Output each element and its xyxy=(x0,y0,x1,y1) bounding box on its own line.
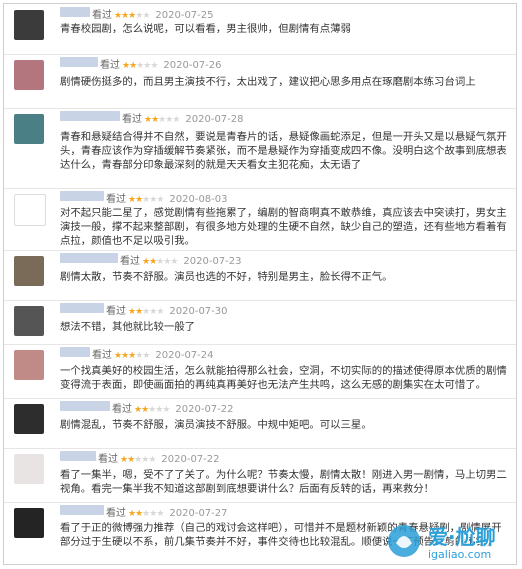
watched-label: 看过 xyxy=(112,404,132,415)
review-meta: 看过 ★★★★★ 2020-07-30 xyxy=(106,302,228,317)
review-date: 2020-07-30 xyxy=(169,306,228,317)
watermark-logo-icon xyxy=(388,525,420,557)
avatar[interactable] xyxy=(14,404,44,434)
watched-label: 看过 xyxy=(92,10,112,21)
review-meta: 看过 ★★★★★ 2020-07-25 xyxy=(92,6,214,21)
review-date: 2020-07-22 xyxy=(161,454,220,465)
star-empty-icon: ★ xyxy=(142,351,150,361)
review-date: 2020-08-03 xyxy=(169,194,228,205)
star-empty-icon: ★ xyxy=(150,61,158,71)
rating-stars: ★★★★★ xyxy=(128,195,164,205)
star-empty-icon: ★ xyxy=(162,405,170,415)
star-empty-icon: ★ xyxy=(156,307,164,317)
review-date: 2020-07-23 xyxy=(183,256,242,267)
review-item: 看过 ★★★★★ 2020-07-25 青春校园剧，怎么说呢，可以看看，男主很帅，但剧… xyxy=(4,4,516,55)
avatar[interactable] xyxy=(14,350,44,380)
username-redacted[interactable] xyxy=(60,7,90,17)
rating-stars: ★★★★★ xyxy=(114,11,150,21)
review-text: 青春校园剧，怎么说呢，可以看看，男主很帅，但剧情有点薄弱 xyxy=(60,23,351,35)
username-redacted[interactable] xyxy=(60,401,110,411)
review-item: 看过 ★★★★★ 2020-07-28 青春和悬疑结合得并不自然，要说是青春片的话，悬… xyxy=(4,108,516,189)
username-redacted[interactable] xyxy=(60,451,96,461)
username-redacted[interactable] xyxy=(60,505,104,515)
rating-stars: ★★★★★ xyxy=(128,509,164,519)
star-empty-icon: ★ xyxy=(172,115,180,125)
review-item: 看过 ★★★★★ 2020-07-24 一个找真美好的校园生活，怎么就能拍得那么社会，… xyxy=(4,344,516,399)
username-redacted[interactable] xyxy=(60,111,120,121)
avatar[interactable] xyxy=(14,306,44,336)
review-date: 2020-07-27 xyxy=(169,508,228,519)
username-redacted[interactable] xyxy=(60,347,90,357)
star-empty-icon: ★ xyxy=(142,11,150,21)
review-text: 一个找真美好的校园生活，怎么就能拍得那么社会，空洞，不切实际的的描述使得原本优质… xyxy=(60,365,507,391)
review-text: 剧情太散，节奏不舒服。演员也选的不好，特别是男主，脸长得不正气。 xyxy=(60,271,393,283)
review-item: 看过 ★★★★★ 2020-07-22 看了一集半，嗯，受不了了关了。为什么呢？节奏太… xyxy=(4,448,516,503)
review-meta: 看过 ★★★★★ 2020-07-22 xyxy=(112,400,234,415)
rating-stars: ★★★★★ xyxy=(144,115,180,125)
username-redacted[interactable] xyxy=(60,191,104,201)
review-meta: 看过 ★★★★★ 2020-07-23 xyxy=(120,252,242,267)
review-meta: 看过 ★★★★★ 2020-07-28 xyxy=(122,110,244,125)
review-date: 2020-07-25 xyxy=(155,10,214,21)
review-meta: 看过 ★★★★★ 2020-07-26 xyxy=(100,56,222,71)
review-text: 青春和悬疑结合得并不自然，要说是青春片的话，悬疑像画蛇添足，但是一开头又是以悬疑… xyxy=(60,131,507,171)
watched-label: 看过 xyxy=(106,306,126,317)
review-text: 想法不错，其他就比较一般了 xyxy=(60,321,196,333)
review-meta: 看过 ★★★★★ 2020-07-27 xyxy=(106,504,228,519)
rating-stars: ★★★★★ xyxy=(142,257,178,267)
rating-stars: ★★★★★ xyxy=(122,61,158,71)
review-meta: 看过 ★★★★★ 2020-08-03 xyxy=(106,190,228,205)
review-item: 看过 ★★★★★ 2020-07-26 剧情硬伤挺多的，而且男主演技不行，太出戏了，建… xyxy=(4,54,516,109)
rating-stars: ★★★★★ xyxy=(128,307,164,317)
review-date: 2020-07-28 xyxy=(185,114,244,125)
star-empty-icon: ★ xyxy=(170,257,178,267)
watched-label: 看过 xyxy=(106,508,126,519)
review-meta: 看过 ★★★★★ 2020-07-24 xyxy=(92,346,214,361)
star-empty-icon: ★ xyxy=(156,195,164,205)
watched-label: 看过 xyxy=(92,350,112,361)
review-item: 看过 ★★★★★ 2020-07-22 剧情混乱，节奏不舒服，演员演技不舒服。中规中矩… xyxy=(4,398,516,449)
review-item: 看过 ★★★★★ 2020-08-03 对不起只能二星了，感觉剧情有些拖累了，编剧的智… xyxy=(4,188,516,251)
avatar[interactable] xyxy=(14,194,46,226)
avatar[interactable] xyxy=(14,60,44,90)
rating-stars: ★★★★★ xyxy=(120,455,156,465)
watched-label: 看过 xyxy=(120,256,140,267)
review-text: 看了一集半，嗯，受不了了关了。为什么呢？节奏太慢，剧情太散！刚进入男一剧情，马上… xyxy=(60,469,507,495)
username-redacted[interactable] xyxy=(60,57,98,67)
watched-label: 看过 xyxy=(122,114,142,125)
review-text: 剧情混乱，节奏不舒服，演员演技不舒服。中规中矩吧。可以三星。 xyxy=(60,419,372,431)
avatar[interactable] xyxy=(14,10,44,40)
review-list: 看过 ★★★★★ 2020-07-25 青春校园剧，怎么说呢，可以看看，男主很帅，但剧… xyxy=(3,3,517,565)
watched-label: 看过 xyxy=(100,60,120,71)
watermark-url: igaliao.com xyxy=(428,548,492,561)
rating-stars: ★★★★★ xyxy=(114,351,150,361)
avatar[interactable] xyxy=(14,508,44,538)
review-date: 2020-07-22 xyxy=(175,404,234,415)
star-empty-icon: ★ xyxy=(148,455,156,465)
username-redacted[interactable] xyxy=(60,303,104,313)
watched-label: 看过 xyxy=(98,454,118,465)
star-empty-icon: ★ xyxy=(156,509,164,519)
username-redacted[interactable] xyxy=(60,253,118,263)
avatar[interactable] xyxy=(14,114,44,144)
avatar[interactable] xyxy=(14,454,44,484)
review-item: 看过 ★★★★★ 2020-07-23 剧情太散，节奏不舒服。演员也选的不好，特别是男… xyxy=(4,250,516,301)
watermark: 爱·尬聊 igaliao.com xyxy=(386,521,514,567)
review-date: 2020-07-24 xyxy=(155,350,214,361)
review-item: 看过 ★★★★★ 2020-07-30 想法不错，其他就比较一般了 xyxy=(4,300,516,345)
review-text: 剧情硬伤挺多的，而且男主演技不行，太出戏了，建议把心思多用点在琢磨剧本练习台词上 xyxy=(60,76,476,88)
review-date: 2020-07-26 xyxy=(163,60,222,71)
review-meta: 看过 ★★★★★ 2020-07-22 xyxy=(98,450,220,465)
rating-stars: ★★★★★ xyxy=(134,405,170,415)
avatar[interactable] xyxy=(14,256,44,286)
review-text: 对不起只能二星了，感觉剧情有些拖累了，编剧的智商啊真不敢恭维，真应该去中突读打，… xyxy=(60,207,507,247)
watermark-title: 爱·尬聊 xyxy=(428,525,496,549)
watched-label: 看过 xyxy=(106,194,126,205)
